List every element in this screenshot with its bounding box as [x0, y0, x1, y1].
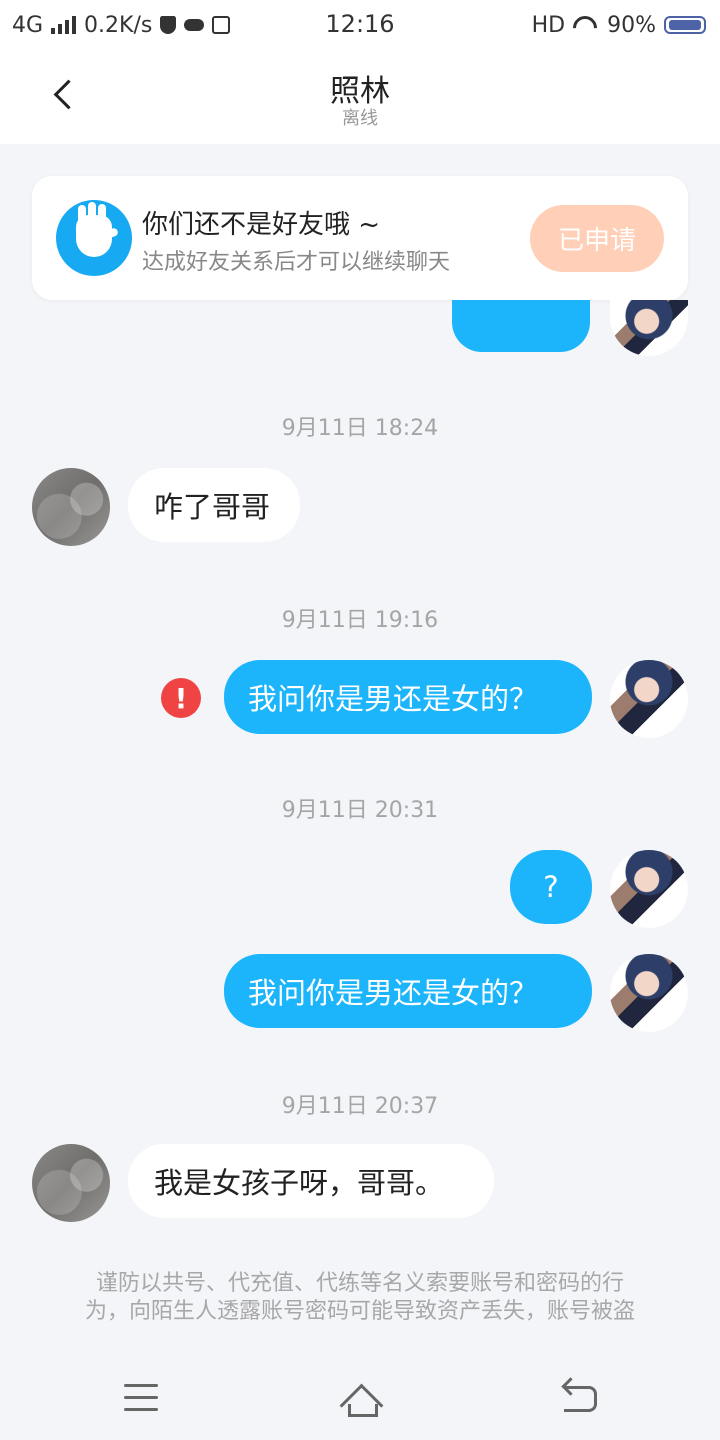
online-status: 离线: [342, 108, 378, 129]
return-icon[interactable]: [564, 1382, 598, 1412]
battery-label: 90%: [607, 12, 656, 38]
menu-icon[interactable]: [124, 1384, 158, 1412]
contact-avatar[interactable]: [32, 1144, 110, 1222]
contact-avatar[interactable]: [32, 468, 110, 546]
partial-outgoing-bubble: [452, 300, 590, 352]
timestamp: 9月11日 19:16: [281, 608, 439, 633]
security-warning: 谨防以共号、代充值、代练等名义索要账号和密码的行 为，向陌生人透露账号密码可能导…: [60, 1270, 660, 1326]
warning-line-1: 谨防以共号、代充值、代练等名义索要账号和密码的行: [95, 1271, 624, 1296]
hd-label: HD: [531, 12, 566, 38]
friend-notice-description: 达成好友关系后才可以继续聊天: [142, 250, 451, 275]
home-icon[interactable]: [336, 1380, 384, 1417]
applied-button[interactable]: 已申请: [530, 205, 664, 272]
outgoing-message: 我问你是男还是女的？: [224, 954, 592, 1028]
battery-icon: [664, 16, 706, 34]
status-right: HD 90%: [532, 10, 706, 40]
user-avatar[interactable]: [610, 954, 688, 1032]
timestamp: 9月11日 20:37: [281, 1094, 439, 1119]
user-avatar[interactable]: [610, 660, 688, 738]
wifi-icon: [573, 16, 599, 34]
outgoing-message: ?: [510, 850, 592, 924]
status-bar: 4G 0.2K/s 12:16 HD 90%: [0, 0, 720, 52]
partial-user-avatar[interactable]: [610, 300, 688, 356]
timestamp: 9月11日 20:31: [281, 798, 439, 823]
warning-line-2: 为，向陌生人透露账号密码可能导致资产丢失，账号被盗: [84, 1299, 635, 1324]
error-icon[interactable]: !: [161, 678, 201, 718]
incoming-message: 我是女孩子呀，哥哥。: [128, 1144, 494, 1218]
timestamp: 9月11日 18:24: [281, 416, 439, 441]
friend-icon: [56, 200, 132, 276]
friend-notice-title: 你们还不是好友哦 ~: [142, 210, 381, 240]
incoming-message: 咋了哥哥: [128, 468, 300, 542]
user-avatar[interactable]: [610, 850, 688, 928]
outgoing-message: 我问你是男还是女的？: [224, 660, 592, 734]
hand-icon: [76, 205, 112, 257]
